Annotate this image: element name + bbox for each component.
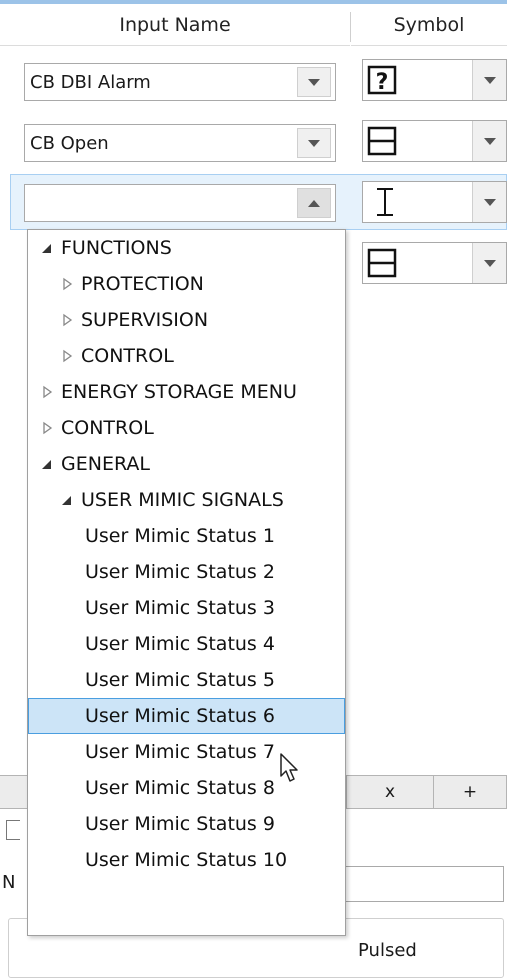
chevron-down-icon: [483, 76, 496, 84]
dropdown-toggle-button[interactable]: [297, 128, 331, 158]
tree-item-functions[interactable]: FUNCTIONS: [28, 230, 345, 266]
input-name-dropdown-popup[interactable]: FUNCTIONS PROTECTION SUPERVISION CONTROL…: [27, 229, 346, 936]
svg-text:?: ?: [376, 70, 389, 95]
dropdown-toggle-button[interactable]: [472, 121, 506, 161]
tree-item-user-mimic-signals[interactable]: USER MIMIC SIGNALS: [28, 482, 345, 518]
tree-item-user-mimic-status-10[interactable]: User Mimic Status 10: [28, 842, 345, 878]
chevron-down-icon: [483, 198, 496, 206]
tree-item-user-mimic-status-6[interactable]: User Mimic Status 6: [28, 698, 345, 734]
symbol-combo-2[interactable]: [362, 120, 507, 162]
tree-item-general[interactable]: GENERAL: [28, 446, 345, 482]
symbol-combo-3[interactable]: [362, 181, 507, 223]
symbol-combo-1[interactable]: ?: [362, 59, 507, 101]
tree-item-user-mimic-status-1[interactable]: User Mimic Status 1: [28, 518, 345, 554]
question-box-icon: ?: [367, 65, 397, 95]
input-name-value: CB Open: [30, 132, 109, 154]
horizontal-split-box-icon: [367, 126, 397, 156]
chevron-down-icon: [308, 139, 320, 147]
chevron-up-icon: [308, 199, 320, 207]
dropdown-toggle-button[interactable]: [472, 243, 506, 283]
collapsed-triangle-icon: [43, 421, 53, 435]
dropdown-toggle-button[interactable]: [297, 67, 331, 97]
name-input[interactable]: [346, 866, 504, 902]
tree-item-control-top[interactable]: CONTROL: [28, 410, 345, 446]
dropdown-toggle-button[interactable]: [297, 188, 331, 218]
dropdown-toggle-button[interactable]: [472, 60, 506, 100]
checkbox[interactable]: [6, 820, 20, 840]
field-label: N: [2, 872, 16, 893]
tree-item-user-mimic-status-3[interactable]: User Mimic Status 3: [28, 590, 345, 626]
collapsed-triangle-icon: [63, 349, 73, 363]
collapsed-triangle-icon: [43, 385, 53, 399]
horizontal-split-box-icon: [367, 248, 397, 278]
expanded-triangle-icon: [42, 460, 51, 469]
collapsed-triangle-icon: [63, 313, 73, 327]
tree-item-supervision[interactable]: SUPERVISION: [28, 302, 345, 338]
input-name-value: CB DBI Alarm: [30, 71, 151, 93]
toolbar-strip: [0, 775, 27, 809]
expanded-triangle-icon: [42, 244, 51, 253]
tree-item-protection[interactable]: PROTECTION: [28, 266, 345, 302]
chevron-down-icon: [308, 78, 320, 86]
add-button[interactable]: +: [433, 775, 507, 809]
mouse-pointer-icon: [280, 753, 298, 782]
input-name-combo-2[interactable]: CB Open: [24, 124, 336, 162]
symbol-combo-4[interactable]: [362, 242, 507, 284]
column-header-input-name[interactable]: Input Name: [0, 4, 350, 46]
tree-item-user-mimic-status-5[interactable]: User Mimic Status 5: [28, 662, 345, 698]
tree-item-user-mimic-status-4[interactable]: User Mimic Status 4: [28, 626, 345, 662]
column-header-symbol[interactable]: Symbol: [351, 4, 507, 46]
chevron-down-icon: [483, 259, 496, 267]
input-name-combo-3[interactable]: [24, 184, 336, 222]
pulsed-option[interactable]: Pulsed: [358, 940, 417, 961]
expanded-triangle-icon: [62, 496, 71, 505]
tree-item-user-mimic-status-9[interactable]: User Mimic Status 9: [28, 806, 345, 842]
dropdown-toggle-button[interactable]: [472, 182, 506, 222]
tree-item-control[interactable]: CONTROL: [28, 338, 345, 374]
input-name-combo-1[interactable]: CB DBI Alarm: [24, 63, 336, 101]
tree-item-energy-storage-menu[interactable]: ENERGY STORAGE MENU: [28, 374, 345, 410]
tree-item-user-mimic-status-2[interactable]: User Mimic Status 2: [28, 554, 345, 590]
remove-button[interactable]: x: [346, 775, 434, 809]
chevron-down-icon: [483, 137, 496, 145]
i-beam-icon: [377, 188, 393, 216]
collapsed-triangle-icon: [63, 277, 73, 291]
